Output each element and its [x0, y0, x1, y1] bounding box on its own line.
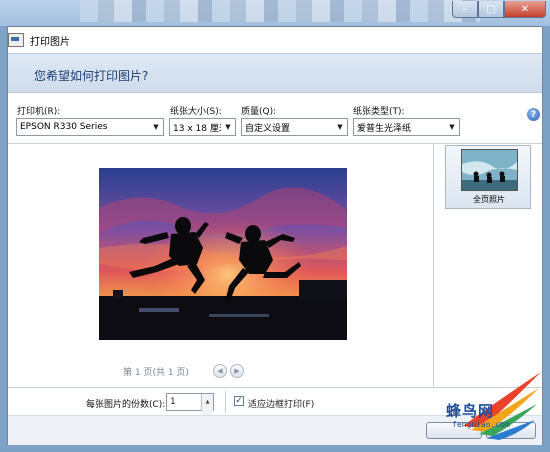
page-info: 第 1 页(共 1 页): [123, 367, 189, 378]
paper-size-select[interactable]: 13 x 18 厘米 ▼: [169, 118, 236, 136]
copies-value: 1: [170, 397, 176, 407]
chevron-down-icon: ▼: [153, 123, 159, 131]
fit-frame-checkbox[interactable]: ✓: [234, 396, 244, 406]
printer-select-value: EPSON R330 Series: [20, 122, 108, 132]
printer-label: 打印机(R):: [17, 107, 61, 117]
close-button[interactable]: ✕: [504, 1, 546, 18]
chevron-down-icon: ▼: [449, 123, 455, 131]
previous-page-button[interactable]: ◀: [212, 364, 227, 378]
copies-stepper[interactable]: 1 ▲ ▼: [166, 393, 214, 426]
background-window-titlebar: – □ ✕: [0, 0, 550, 26]
paper-size-label: 纸张大小(S):: [170, 107, 222, 117]
increment-button[interactable]: ▲: [202, 394, 213, 410]
printer-select[interactable]: EPSON R330 Series ▼: [16, 118, 164, 136]
quality-select[interactable]: 自定义设置 ▼: [241, 118, 348, 136]
paper-type-select[interactable]: 爱普生光泽纸 ▼: [353, 118, 460, 136]
blurred-background: [80, 0, 480, 22]
watermark-site-name: 蜂鸟网: [446, 402, 495, 420]
dialog-title-row: 打印图片: [8, 27, 542, 53]
watermark-site-url: fengniao.com: [452, 420, 510, 429]
quality-label: 质量(Q):: [241, 107, 277, 117]
print-preview-area: 第 1 页(共 1 页) ◀ ▶: [8, 143, 434, 387]
chevron-down-icon: ▼: [337, 123, 343, 131]
layout-label: 全页照片: [473, 195, 505, 204]
quality-select-value: 自定义设置: [245, 123, 291, 134]
full-page-photo-thumbnail: [461, 149, 518, 191]
paper-size-select-value: 13 x 18 厘米: [173, 123, 228, 134]
page-navigation: 第 1 页(共 1 页) ◀ ▶: [123, 364, 244, 378]
copies-label: 每张图片的份数(C):: [86, 400, 166, 410]
chevron-down-icon: ▼: [221, 119, 235, 135]
next-page-button[interactable]: ▶: [229, 364, 244, 378]
stepper-buttons: ▲ ▼: [201, 394, 213, 426]
divider: [225, 391, 226, 413]
layout-full-page-photo[interactable]: 全页照片: [445, 145, 531, 209]
header-question: 您希望如何打印图片?: [34, 69, 149, 83]
window-controls: – □ ✕: [452, 1, 546, 18]
paper-type-label: 纸张类型(T):: [353, 107, 405, 117]
printer-app-icon: [8, 33, 24, 47]
help-icon[interactable]: ?: [527, 108, 540, 121]
fit-frame-label[interactable]: 适应边框打印(F): [248, 397, 314, 410]
paper-type-select-value: 爱普生光泽纸: [357, 123, 412, 134]
dialog-header: 您希望如何打印图片?: [8, 53, 542, 93]
window-title: 打印图片: [30, 36, 70, 48]
minimize-button[interactable]: –: [452, 1, 478, 18]
maximize-button[interactable]: □: [478, 1, 504, 18]
preview-photo: [99, 168, 347, 340]
layout-panel: 全页照片: [434, 143, 542, 387]
